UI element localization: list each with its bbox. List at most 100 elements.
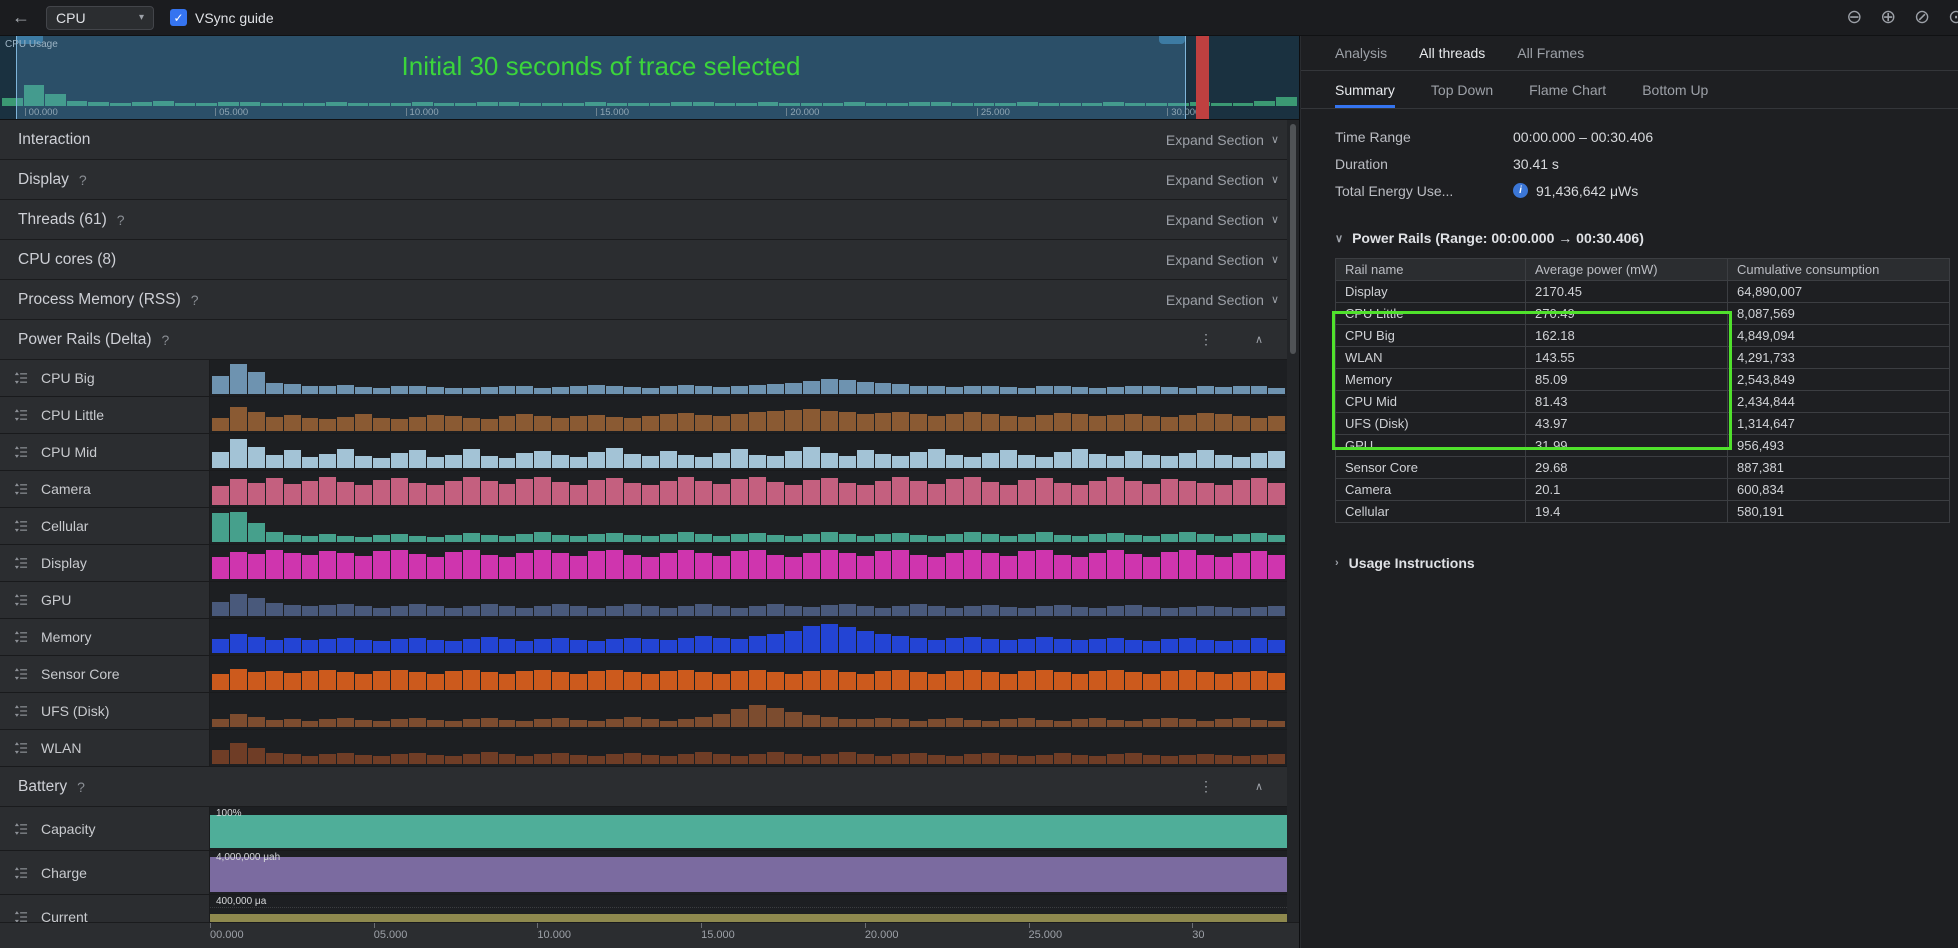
tab-all-threads[interactable]: All threads [1419,45,1485,61]
subtab-top-down[interactable]: Top Down [1431,71,1493,108]
track-reorder-icon[interactable] [15,867,28,879]
reset-zoom-icon[interactable]: ⊘ [1914,6,1930,29]
zoom-in-icon[interactable]: ⊕ [1880,6,1896,29]
table-row-cellular[interactable]: Cellular19.4580,191 [1336,501,1950,523]
table-row-camera[interactable]: Camera20.1600,834 [1336,479,1950,501]
battery-chart-charge[interactable]: 4,000,000 μah [210,851,1287,894]
tab-all-frames[interactable]: All Frames [1517,45,1584,61]
power-rail-chart-display[interactable] [210,545,1287,581]
selection-handle-right[interactable] [1159,36,1185,44]
track-reorder-icon[interactable] [15,631,28,643]
track-reorder-icon[interactable] [15,594,28,606]
track-reorder-icon[interactable] [15,557,28,569]
chart-bar [660,671,677,690]
chart-bar [302,721,319,727]
collapse-section-icon[interactable]: ∧ [1255,780,1263,793]
section-threads-61[interactable]: Threads (61)?Expand Section∨ [0,200,1299,240]
power-rails-range-header[interactable]: ∨ Power Rails (Range: 00:00.000 → 00:30.… [1335,230,1958,246]
chart-bar [695,672,712,690]
checkbox-checked-icon[interactable]: ✓ [170,9,187,26]
vsync-guide-toggle[interactable]: ✓ VSync guide [170,9,274,26]
expand-section-button[interactable]: Expand Section∨ [1166,292,1279,308]
power-rail-chart-cpu-big[interactable] [210,360,1287,396]
subtab-flame-chart[interactable]: Flame Chart [1529,71,1606,108]
chart-bar [767,708,784,727]
vertical-scrollbar[interactable] [1287,120,1299,922]
section-battery[interactable]: Battery ? ⋮ ∧ [0,767,1299,807]
expand-section-button[interactable]: Expand Section∨ [1166,212,1279,228]
power-rail-chart-wlan[interactable] [210,730,1287,766]
chart-bar [857,485,874,505]
chart-bar [749,754,766,764]
collapse-section-icon[interactable]: ∧ [1255,333,1263,346]
chart-bar [463,418,480,431]
chart-bar [875,551,892,579]
table-row-ufs-disk[interactable]: UFS (Disk)43.971,314,647 [1336,413,1950,435]
power-rail-chart-cpu-mid[interactable] [210,434,1287,470]
track-reorder-icon[interactable] [15,446,28,458]
track-reorder-icon[interactable] [15,705,28,717]
expand-section-button[interactable]: Expand Section∨ [1166,172,1279,188]
chart-bar [463,639,480,653]
section-power-rails-delta[interactable]: Power Rails (Delta) ? ⋮ ∧ [0,320,1299,360]
table-row-sensor-core[interactable]: Sensor Core29.68887,381 [1336,457,1950,479]
track-reorder-icon[interactable] [15,668,28,680]
chart-bar [1054,605,1071,616]
track-reorder-icon[interactable] [15,409,28,421]
info-icon[interactable]: i [1513,183,1528,198]
expand-section-button[interactable]: Expand Section∨ [1166,252,1279,268]
table-row-cpu-little[interactable]: CPU Little270.498,087,569 [1336,303,1950,325]
table-row-display[interactable]: Display2170.4564,890,007 [1336,281,1950,303]
battery-chart-capacity[interactable]: 100% [210,807,1287,850]
table-row-wlan[interactable]: WLAN143.554,291,733 [1336,347,1950,369]
power-rail-chart-sensor-core[interactable] [210,656,1287,692]
chart-bar [516,534,533,542]
chart-bar [910,753,927,764]
chart-bar [875,671,892,690]
tab-analysis[interactable]: Analysis [1335,45,1387,61]
usage-instructions-toggle[interactable]: › Usage Instructions [1335,555,1958,571]
track-reorder-icon[interactable] [15,742,28,754]
chart-bar [427,720,444,727]
kebab-menu-icon[interactable]: ⋮ [1199,778,1213,795]
kebab-menu-icon[interactable]: ⋮ [1199,331,1213,348]
help-icon: ? [117,212,125,228]
track-reorder-icon[interactable] [15,823,28,835]
subtab-bottom-up[interactable]: Bottom Up [1642,71,1708,108]
power-rail-chart-cellular[interactable] [210,508,1287,544]
zoom-to-selection-icon[interactable]: ⊙ [1948,6,1958,29]
chart-bar [1000,640,1017,653]
chart-bar [660,553,677,579]
chart-bar [355,485,372,505]
back-arrow-icon[interactable]: ← [12,7,30,28]
table-row-gpu[interactable]: GPU31.99956,493 [1336,435,1950,457]
table-row-cpu-big[interactable]: CPU Big162.184,849,094 [1336,325,1950,347]
track-reorder-icon[interactable] [15,483,28,495]
chart-bar [212,513,229,542]
power-rail-chart-gpu[interactable] [210,582,1287,618]
chart-bar [409,718,426,727]
process-selector-dropdown[interactable]: CPU ▾ [46,6,154,30]
scrollbar-thumb[interactable] [1290,124,1296,354]
section-process-memory-rss[interactable]: Process Memory (RSS)?Expand Section∨ [0,280,1299,320]
table-row-cpu-mid[interactable]: CPU Mid81.432,434,844 [1336,391,1950,413]
chart-bar [1089,454,1106,468]
section-interaction[interactable]: InteractionExpand Section∨ [0,120,1299,160]
table-row-memory[interactable]: Memory85.092,543,849 [1336,369,1950,391]
expand-section-button[interactable]: Expand Section∨ [1166,132,1279,148]
power-rail-chart-memory[interactable] [210,619,1287,655]
track-reorder-icon[interactable] [15,520,28,532]
section-cpu-cores-8[interactable]: CPU cores (8)Expand Section∨ [0,240,1299,280]
section-display[interactable]: Display?Expand Section∨ [0,160,1299,200]
track-reorder-icon[interactable] [15,911,28,923]
zoom-out-icon[interactable]: ⊖ [1846,6,1862,29]
power-rail-chart-camera[interactable] [210,471,1287,507]
power-rail-chart-cpu-little[interactable] [210,397,1287,433]
subtab-summary[interactable]: Summary [1335,71,1395,108]
cpu-usage-timeline[interactable]: CPU Usage Initial 30 seconds of trace se… [0,36,1299,120]
power-rail-chart-ufs-disk[interactable] [210,693,1287,729]
chart-bar [230,552,247,579]
chart-bar [1179,415,1196,431]
track-reorder-icon[interactable] [15,372,28,384]
expand-section-label: Expand Section [1166,252,1264,268]
